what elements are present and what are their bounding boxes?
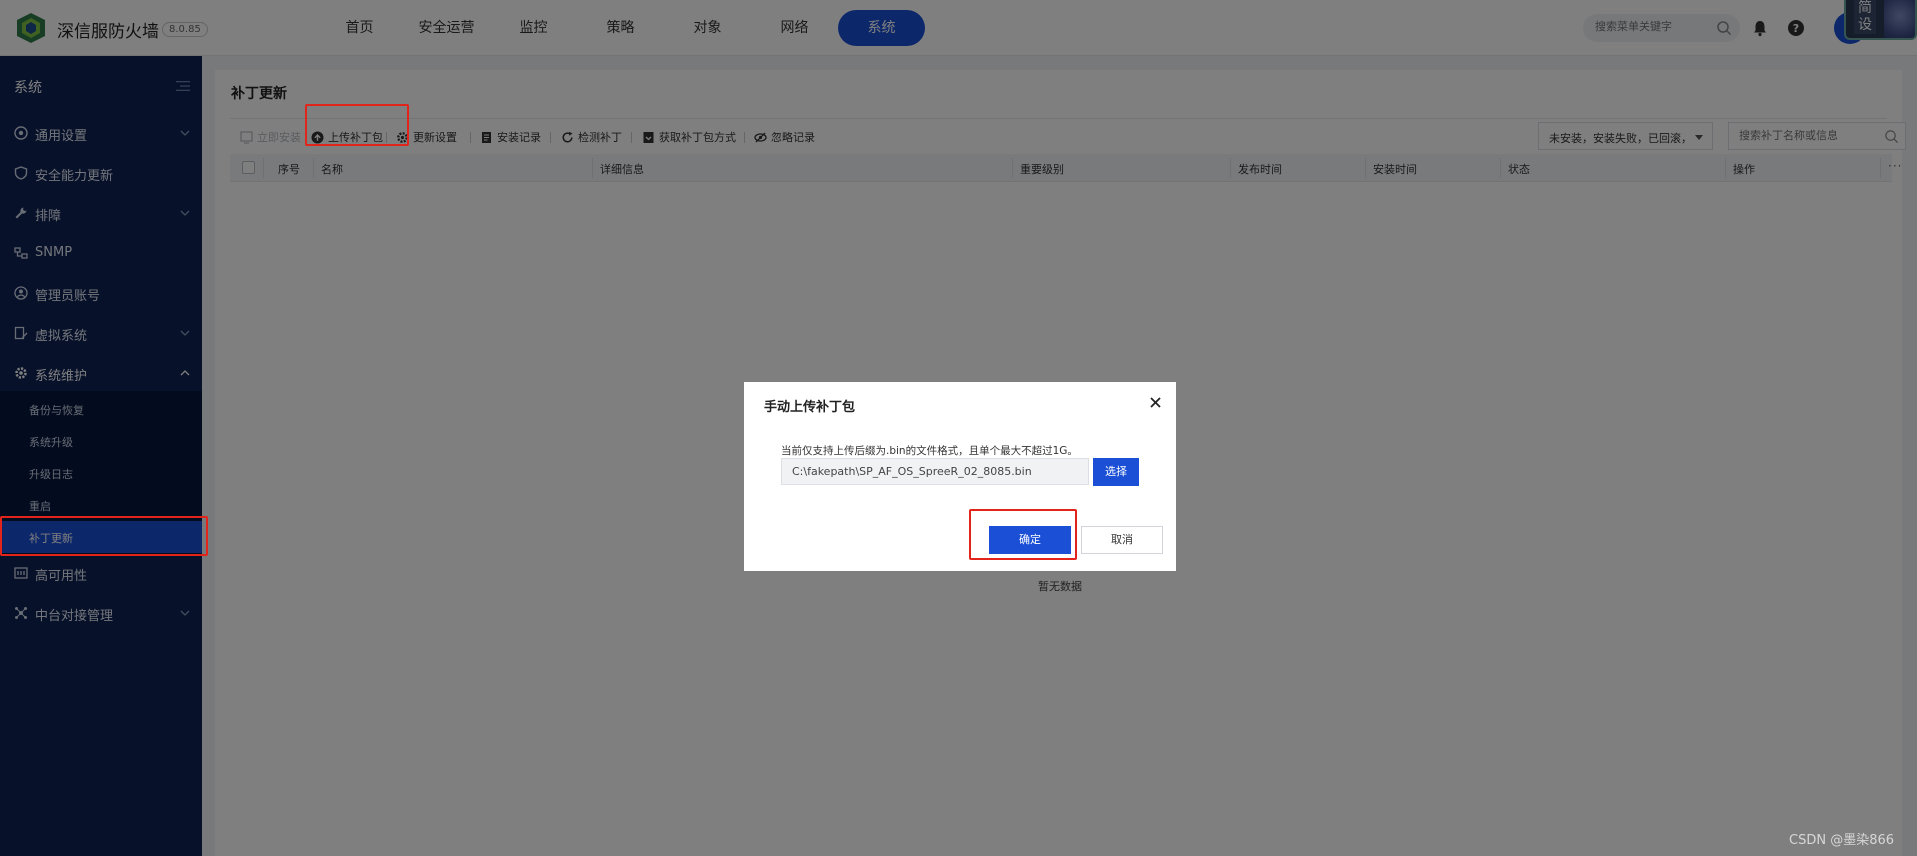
highlight-patch-update-menu (0, 516, 208, 556)
dialog-title: 手动上传补丁包 (764, 400, 856, 415)
file-path-field[interactable] (781, 458, 1089, 485)
highlight-confirm-button (969, 509, 1077, 560)
cancel-button[interactable]: 取消 (1081, 526, 1163, 554)
choose-file-button[interactable]: 选择 (1093, 458, 1139, 486)
watermark-text: CSDN @墨染866 (1789, 833, 1895, 848)
upload-patch-dialog: 手动上传补丁包 当前仅支持上传后缀为.bin的文件格式，且单个最大不超过1G。 … (744, 382, 1176, 571)
highlight-upload-patch (305, 104, 409, 146)
upload-hint-text: 当前仅支持上传后缀为.bin的文件格式，且单个最大不超过1G。 (781, 445, 1078, 457)
close-icon[interactable] (1149, 396, 1162, 409)
